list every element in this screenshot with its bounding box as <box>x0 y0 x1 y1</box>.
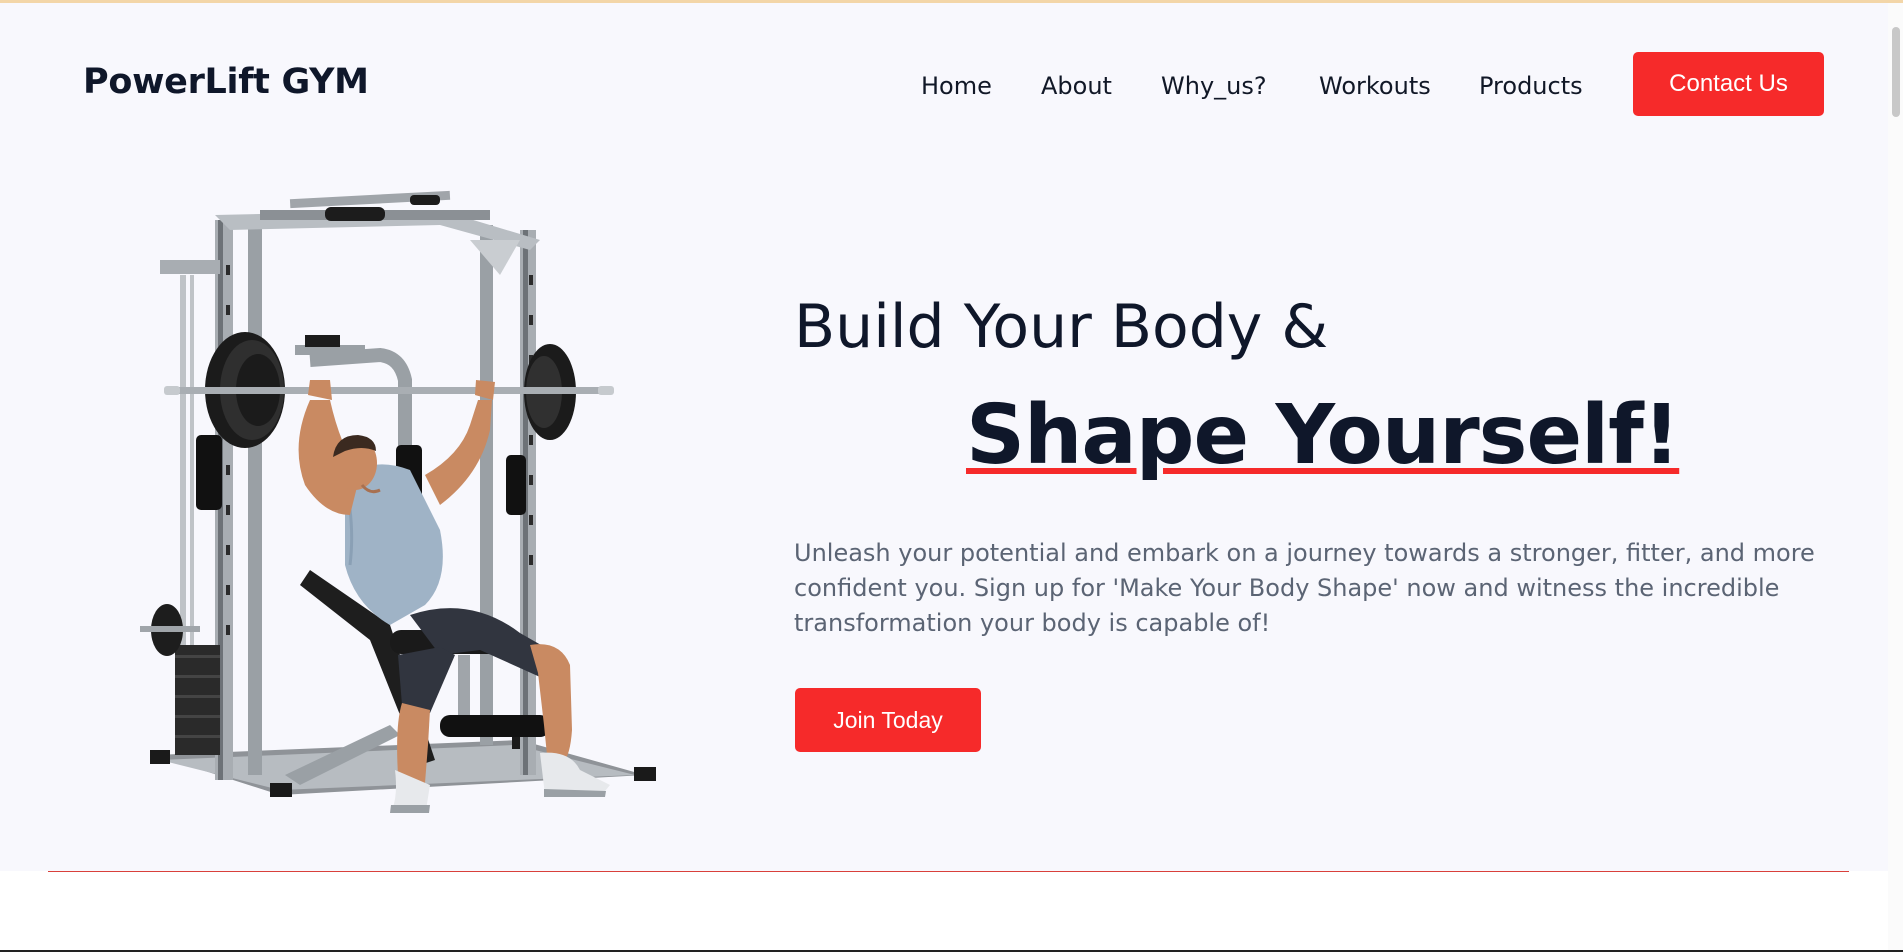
hero-description: Unleash your potential and embark on a j… <box>794 539 1815 637</box>
page-scrollbar[interactable] <box>1888 3 1903 952</box>
site-logo[interactable]: PowerLift GYM <box>83 62 369 102</box>
section-divider <box>48 871 1849 872</box>
contact-us-button[interactable]: Contact Us <box>1633 52 1824 116</box>
join-today-button[interactable]: Join Today <box>795 688 981 752</box>
hero-heading-line2: Shape Yourself! <box>966 388 1680 483</box>
gym-machine-athlete-image <box>140 190 656 813</box>
nav-about[interactable]: About <box>1041 72 1112 100</box>
nav-workouts[interactable]: Workouts <box>1319 72 1431 100</box>
hero-heading-line1: Build Your Body & <box>794 292 1329 362</box>
nav-home[interactable]: Home <box>921 72 992 100</box>
scrollbar-thumb[interactable] <box>1892 27 1900 117</box>
nav-products[interactable]: Products <box>1479 72 1583 100</box>
nav-why-us[interactable]: Why_us? <box>1161 72 1267 100</box>
